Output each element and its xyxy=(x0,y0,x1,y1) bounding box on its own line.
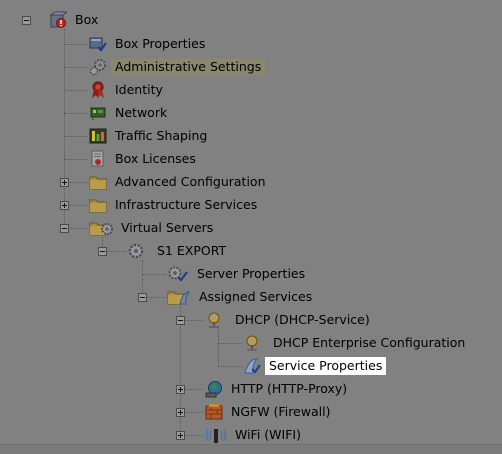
folder-gear-icon xyxy=(89,219,113,237)
tree-node-box-properties[interactable]: Box Properties xyxy=(89,33,209,55)
expand-toggle[interactable] xyxy=(176,385,185,394)
tree-node-label: Box xyxy=(75,12,99,27)
folder-icon xyxy=(89,196,107,214)
tree-line xyxy=(185,389,204,390)
tree-node-label: Box Properties xyxy=(115,36,206,51)
tree-line xyxy=(64,159,88,160)
tree-node-label: Box Licenses xyxy=(115,151,196,166)
tree-line xyxy=(64,136,88,137)
tree-node-label: Assigned Services xyxy=(199,289,313,304)
tree-node-label: Infrastructure Services xyxy=(115,197,258,212)
expand-toggle[interactable] xyxy=(60,201,69,210)
tree-node-s1-export[interactable]: S1 EXPORT xyxy=(127,240,230,262)
tree-node-virtual-servers[interactable]: Virtual Servers xyxy=(89,217,217,239)
tree-line xyxy=(218,366,242,367)
collapse-toggle[interactable] xyxy=(22,16,31,25)
tree-line xyxy=(64,67,88,68)
server-properties-icon xyxy=(167,265,189,283)
tree-node-ngfw[interactable]: NGFW (Firewall) xyxy=(205,401,334,423)
tree-node-server-properties[interactable]: Server Properties xyxy=(167,263,309,285)
firewall-icon xyxy=(205,403,223,421)
dhcp-icon xyxy=(243,334,261,352)
globe-icon xyxy=(205,380,223,398)
tree-line xyxy=(185,320,204,321)
folder-service-icon xyxy=(167,288,191,306)
tree-node-advanced-configuration[interactable]: Advanced Configuration xyxy=(89,171,270,193)
tree-line xyxy=(185,412,204,413)
tree-line xyxy=(69,205,88,206)
collapse-toggle[interactable] xyxy=(98,247,107,256)
tree-node-label: DHCP Enterprise Configuration xyxy=(273,335,466,350)
tree-line xyxy=(218,343,242,344)
tree-node-box-licenses[interactable]: Box Licenses xyxy=(89,148,200,170)
tree-node-label: DHCP (DHCP-Service) xyxy=(235,312,370,327)
tree-line xyxy=(69,182,88,183)
tree-node-traffic-shaping[interactable]: Traffic Shaping xyxy=(89,125,211,147)
traffic-shaping-icon xyxy=(89,127,107,145)
tree-node-label: Advanced Configuration xyxy=(115,174,266,189)
tree-node-label: Identity xyxy=(115,82,163,97)
wifi-icon xyxy=(205,426,227,444)
tree-line xyxy=(218,329,219,365)
tree-line xyxy=(107,251,126,252)
tree-view: Box Box Properties Administrative Settin… xyxy=(0,0,502,454)
tree-node-label: HTTP (HTTP-Proxy) xyxy=(231,381,348,396)
tree-node-service-properties[interactable]: Service Properties xyxy=(243,355,387,377)
tree-line xyxy=(147,297,166,298)
tree-node-label: WiFi (WIFI) xyxy=(235,427,301,442)
license-icon xyxy=(89,150,107,168)
service-properties-icon xyxy=(243,357,261,375)
tree-node-network[interactable]: Network xyxy=(89,102,171,124)
tree-line xyxy=(64,90,88,91)
tree-line xyxy=(64,44,88,45)
tree-node-label: Server Properties xyxy=(197,266,306,281)
tree-node-label: Service Properties xyxy=(265,357,387,375)
collapse-toggle[interactable] xyxy=(176,316,185,325)
dhcp-icon xyxy=(205,311,223,329)
tree-node-label: NGFW (Firewall) xyxy=(231,404,331,419)
gears-icon xyxy=(89,58,107,76)
tree-node-http[interactable]: HTTP (HTTP-Proxy) xyxy=(205,378,351,400)
tree-node-administrative-settings[interactable]: Administrative Settings xyxy=(89,56,266,78)
collapse-toggle[interactable] xyxy=(138,293,147,302)
tree-node-label: Virtual Servers xyxy=(121,220,214,235)
gear-icon xyxy=(127,242,145,260)
tree-node-dhcp-enterprise-configuration[interactable]: DHCP Enterprise Configuration xyxy=(243,332,469,354)
tree-node-dhcp[interactable]: DHCP (DHCP-Service) xyxy=(205,309,374,331)
box-properties-icon xyxy=(89,35,107,53)
tree-node-infrastructure-services[interactable]: Infrastructure Services xyxy=(89,194,261,216)
tree-node-label: Administrative Settings xyxy=(111,58,266,76)
expand-toggle[interactable] xyxy=(60,178,69,187)
expand-toggle[interactable] xyxy=(176,431,185,440)
tree-node-wifi[interactable]: WiFi (WIFI) xyxy=(205,424,305,446)
tree-line xyxy=(64,29,65,229)
tree-node-identity[interactable]: Identity xyxy=(89,79,167,101)
tree-node-label: S1 EXPORT xyxy=(157,243,227,258)
tree-node-assigned-services[interactable]: Assigned Services xyxy=(167,286,316,308)
box-icon xyxy=(49,11,69,29)
expand-toggle[interactable] xyxy=(176,408,185,417)
tree-node-label: Traffic Shaping xyxy=(115,128,208,143)
tree-line xyxy=(69,228,88,229)
tree-line xyxy=(185,435,204,436)
tree-line xyxy=(142,260,143,296)
folder-icon xyxy=(89,173,107,191)
collapse-toggle[interactable] xyxy=(60,224,69,233)
tree-line xyxy=(142,274,166,275)
tree-line xyxy=(64,113,88,114)
tree-node-label: Network xyxy=(115,105,168,120)
ribbon-icon xyxy=(89,81,107,99)
tree-node-box[interactable]: Box xyxy=(49,9,102,31)
network-card-icon xyxy=(89,104,107,122)
